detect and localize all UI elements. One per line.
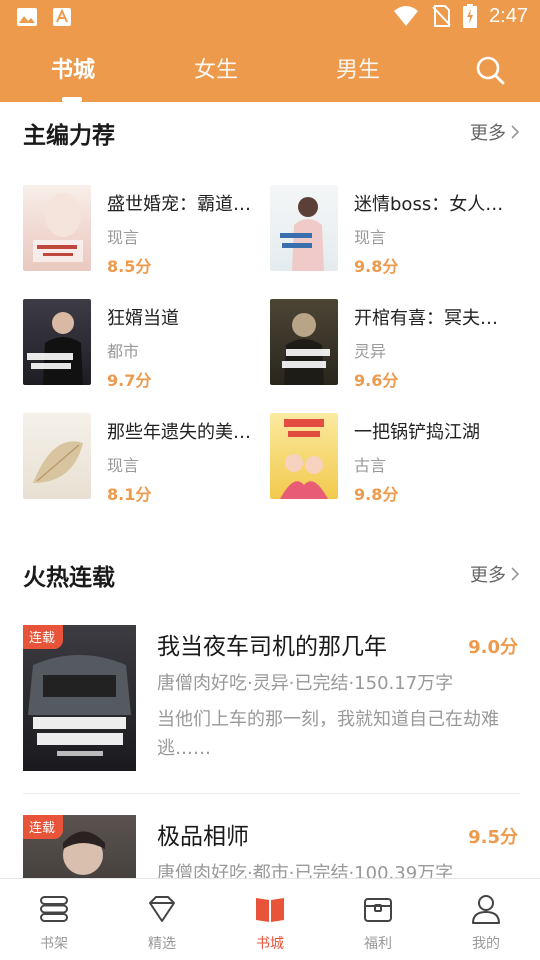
gem-icon (149, 896, 175, 922)
book-cover (23, 185, 91, 271)
more-link[interactable]: 更多 (470, 561, 520, 587)
book-score: 9.8分 (354, 257, 399, 276)
section-title: 主编力荐 (23, 123, 115, 149)
book-open-icon (256, 898, 284, 922)
chevron-right-icon (511, 567, 520, 581)
nav-bookshelf[interactable]: 书架 (0, 879, 108, 960)
book-card[interactable]: 一把锅铲捣江湖 古言 9.8分 (270, 413, 510, 504)
book-score: 9.7分 (107, 371, 152, 390)
no-sim-icon (432, 5, 451, 27)
more-label: 更多 (470, 565, 506, 586)
book-card[interactable]: 开棺有喜：冥夫… 灵异 9.6分 (270, 299, 510, 390)
search-icon[interactable] (472, 52, 508, 88)
book-card[interactable]: 盛世婚宠：霸道… 现言 8.5分 (23, 185, 263, 276)
nav-label: 精选 (148, 936, 176, 952)
divider (23, 793, 520, 794)
book-title: 开棺有喜：冥夫… (354, 308, 498, 329)
more-label: 更多 (470, 123, 506, 144)
nav-label: 书架 (40, 936, 68, 952)
book-title: 狂婿当道 (107, 308, 179, 329)
wifi-icon (394, 6, 419, 26)
book-genre: 灵异 (354, 342, 387, 361)
book-title: 那些年遗失的美… (107, 422, 251, 443)
nav-bookstore[interactable]: 书城 (216, 879, 324, 960)
book-cover (270, 185, 338, 271)
top-nav: 书城 女生 男生 (0, 36, 540, 102)
book-score: 9.8分 (354, 485, 399, 504)
book-score: 9.6分 (354, 371, 399, 390)
book-cover (23, 413, 91, 499)
bookshelf-icon (40, 896, 68, 922)
book-score: 9.5分 (468, 827, 518, 848)
book-title: 迷情boss：女人… (354, 194, 504, 215)
book-title: 一把锅铲捣江湖 (354, 422, 480, 443)
book-genre: 现言 (107, 456, 140, 475)
book-card[interactable]: 迷情boss：女人… 现言 9.8分 (270, 185, 510, 276)
nav-welfare[interactable]: 福利 (324, 879, 432, 960)
nav-featured[interactable]: 精选 (108, 879, 216, 960)
book-title: 我当夜车司机的那几年 (157, 634, 387, 660)
book-card[interactable]: 那些年遗失的美… 现言 8.1分 (23, 413, 263, 504)
book-score: 9.0分 (468, 637, 518, 658)
tab-indicator (62, 97, 82, 102)
book-genre: 现言 (354, 228, 387, 247)
nav-profile[interactable]: 我的 (432, 879, 540, 960)
nav-label: 我的 (472, 936, 500, 952)
status-bar: 2:47 (0, 0, 540, 36)
serial-book-card[interactable]: 连载 我当夜车司机的那几年 9.0分 唐僧肉好吃·灵异·已完结·150.17万字… (23, 625, 520, 775)
user-icon (472, 895, 500, 924)
image-icon (17, 8, 37, 26)
book-meta: 唐僧肉好吃·灵异·已完结·150.17万字 (157, 673, 454, 694)
more-link[interactable]: 更多 (470, 119, 520, 145)
serial-badge: 连载 (23, 625, 64, 649)
nav-label: 福利 (364, 936, 392, 952)
book-cover: 连载 (23, 625, 136, 771)
tab-bookstore[interactable]: 书城 (51, 52, 95, 84)
book-cover (270, 299, 338, 385)
font-app-icon (53, 8, 71, 26)
nav-label: 书城 (256, 936, 284, 952)
hot-serials-header: 火热连载 更多 (23, 558, 520, 592)
tab-female[interactable]: 女生 (194, 52, 238, 84)
book-title: 盛世婚宠：霸道… (107, 194, 251, 215)
book-card[interactable]: 狂婿当道 都市 9.7分 (23, 299, 263, 390)
book-score: 8.5分 (107, 257, 152, 276)
book-genre: 古言 (354, 456, 387, 475)
gift-box-icon (364, 898, 392, 922)
tab-male[interactable]: 男生 (336, 52, 380, 84)
book-genre: 现言 (107, 228, 140, 247)
book-description: 当他们上车的那一刻，我就知道自己在劫难逃…… (157, 709, 499, 759)
book-cover (23, 299, 91, 385)
book-cover (270, 413, 338, 499)
book-genre: 都市 (107, 342, 140, 361)
book-score: 8.1分 (107, 485, 152, 504)
status-time: 2:47 (489, 4, 528, 27)
section-title: 火热连载 (23, 565, 115, 591)
editor-picks-header: 主编力荐 更多 (23, 116, 520, 150)
book-title: 极品相师 (157, 824, 249, 850)
battery-charging-icon (463, 4, 478, 28)
chevron-right-icon (511, 125, 520, 139)
bottom-nav: 书架 精选 书城 福利 我的 (0, 878, 540, 960)
serial-badge: 连载 (23, 815, 64, 839)
